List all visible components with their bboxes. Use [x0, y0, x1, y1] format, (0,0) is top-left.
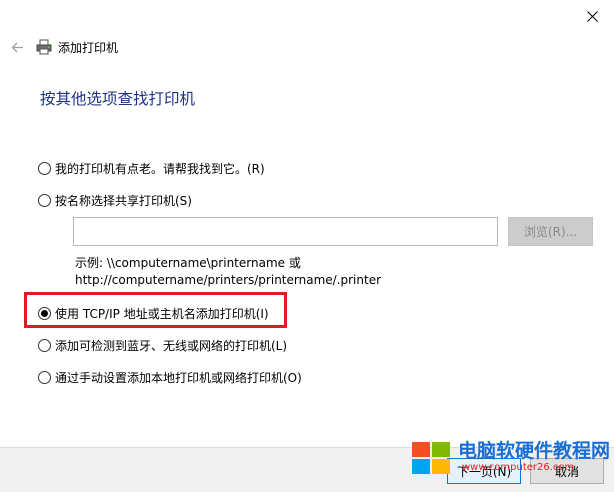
example-text: 示例: \\computername\printername 或 http://…	[75, 255, 381, 289]
option-tcpip[interactable]: 使用 TCP/IP 地址或主机名添加打印机(I)	[38, 305, 269, 322]
option-label: 按名称选择共享打印机(S)	[55, 194, 192, 208]
radio-button[interactable]	[38, 371, 51, 384]
wizard-footer: 下一页(N) 取消	[0, 447, 614, 492]
back-arrow-icon	[11, 42, 23, 52]
wizard-title: 添加打印机	[58, 40, 119, 55]
printer-icon	[36, 39, 52, 55]
example-line-2: http://computername/printers/printername…	[75, 273, 382, 287]
wizard-header: 添加打印机	[0, 36, 614, 58]
radio-button-checked[interactable]	[38, 307, 51, 320]
page-title: 按其他选项查找打印机	[40, 90, 196, 108]
close-icon	[586, 10, 598, 22]
option-shared-printer[interactable]: 按名称选择共享打印机(S)	[38, 192, 192, 209]
option-label: 添加可检测到蓝牙、无线或网络的打印机(L)	[55, 339, 288, 353]
back-button[interactable]	[6, 36, 28, 58]
example-line-1: 示例: \\computername\printername 或	[75, 256, 301, 270]
next-button[interactable]: 下一页(N)	[447, 458, 521, 484]
radio-button[interactable]	[38, 162, 51, 175]
close-button[interactable]	[572, 2, 612, 30]
option-bluetooth-wireless[interactable]: 添加可检测到蓝牙、无线或网络的打印机(L)	[38, 337, 287, 354]
printer-name-input[interactable]	[73, 217, 498, 246]
option-manual-local[interactable]: 通过手动设置添加本地打印机或网络打印机(O)	[38, 369, 302, 386]
option-label: 通过手动设置添加本地打印机或网络打印机(O)	[55, 371, 302, 385]
cancel-button[interactable]: 取消	[530, 458, 604, 484]
browse-button[interactable]: 浏览(R)...	[508, 217, 593, 246]
option-old-printer[interactable]: 我的打印机有点老。请帮我找到它。(R)	[38, 160, 265, 177]
option-label: 使用 TCP/IP 地址或主机名添加打印机(I)	[55, 307, 269, 321]
radio-button[interactable]	[38, 339, 51, 352]
option-label: 我的打印机有点老。请帮我找到它。(R)	[55, 162, 265, 176]
radio-button[interactable]	[38, 194, 51, 207]
